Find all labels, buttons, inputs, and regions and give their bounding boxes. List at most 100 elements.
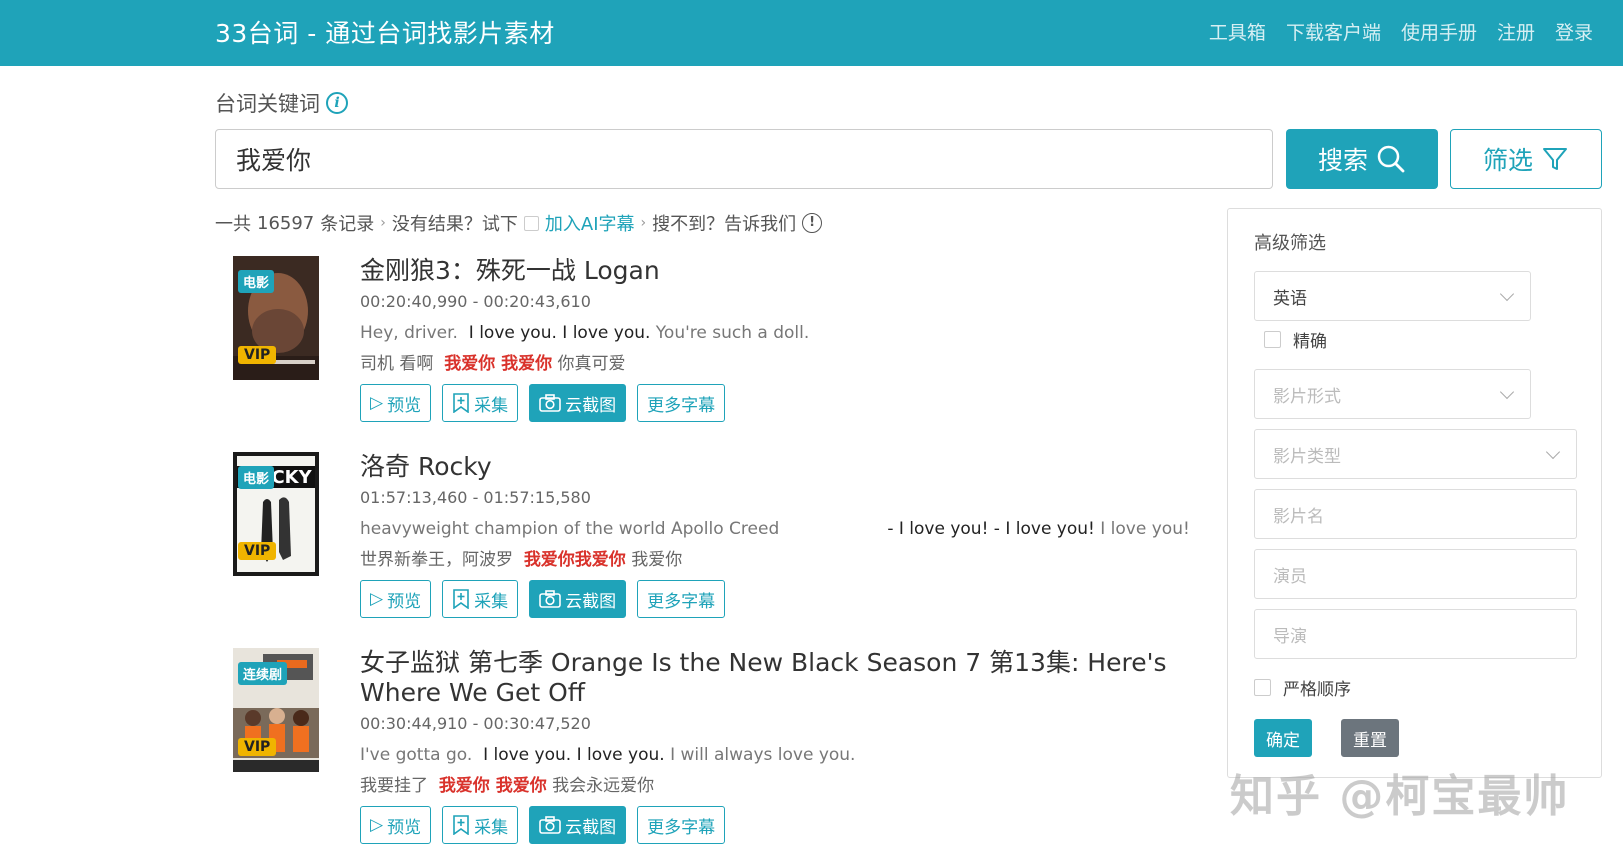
advanced-filter-panel: 高级筛选 英语 精确 影片形式 影片类型 影片名 演员 导演 严格顺序 确定 重… xyxy=(1227,208,1602,778)
language-select[interactable]: 英语 xyxy=(1254,271,1531,321)
result-body: 女子监狱 第七季 Orange Is the New Black Season … xyxy=(360,648,1200,844)
subtitle-match: I love you. I love you. xyxy=(468,323,651,343)
screenshot-label: 云截图 xyxy=(565,395,617,416)
stats-count: 16597 xyxy=(257,212,315,234)
subtitle-text: 世界新拳王，阿波罗 xyxy=(360,550,524,570)
vip-badge: VIP xyxy=(238,738,277,756)
result-timestamp: 01:57:13,460 - 01:57:15,580 xyxy=(360,488,591,507)
more-subtitles-button[interactable]: 更多字幕 xyxy=(637,580,726,618)
actor-input[interactable]: 演员 xyxy=(1254,549,1577,599)
collect-button[interactable]: 采集 xyxy=(442,580,519,618)
director-input[interactable]: 导演 xyxy=(1254,609,1577,659)
poster-thumbnail[interactable]: 连续剧 VIP xyxy=(233,648,319,772)
screenshot-button[interactable]: 云截图 xyxy=(529,384,627,422)
collect-label: 采集 xyxy=(474,591,509,612)
result-title[interactable]: 洛奇 Rocky xyxy=(360,452,1200,482)
bookmark-plus-icon xyxy=(453,815,469,835)
preview-button[interactable]: ▷ 预览 xyxy=(360,806,432,844)
alert-circle-icon[interactable]: ! xyxy=(802,213,823,233)
result-item: ROCKY 电影 VIP 洛奇 Rocky 01:57:13,460 - 01:… xyxy=(215,452,1195,632)
result-item: 连续剧 VIP 女子监狱 第七季 Orange Is the New Black… xyxy=(215,648,1195,856)
reset-button[interactable]: 重置 xyxy=(1341,719,1399,757)
subtitle-text: I love you! xyxy=(1094,519,1190,539)
more-subtitles-label: 更多字幕 xyxy=(647,817,716,838)
nav-login[interactable]: 登录 xyxy=(1555,18,1593,45)
screenshot-button[interactable]: 云截图 xyxy=(529,580,627,618)
camera-icon xyxy=(539,394,561,412)
stats-total-suffix: 条记录 xyxy=(320,214,375,235)
more-subtitles-button[interactable]: 更多字幕 xyxy=(637,384,726,422)
poster-thumbnail[interactable]: ROCKY 电影 VIP xyxy=(233,452,319,576)
chevron-down-icon xyxy=(1499,286,1515,301)
subtitle-text: 我要挂了 xyxy=(360,776,439,796)
camera-icon xyxy=(539,816,561,834)
search-button-label: 搜索 xyxy=(1317,146,1368,175)
subtitle-text: I've gotta go. xyxy=(360,745,484,765)
play-icon: ▷ xyxy=(370,393,384,413)
vip-badge: VIP xyxy=(238,346,277,364)
subtitle-text: I will always love you. xyxy=(664,745,856,765)
chinese-subtitle: 司机 看啊 我爱你 我爱你 你真可爱 xyxy=(360,349,1200,374)
subtitle-text: 你真可爱 xyxy=(552,354,626,374)
poster-thumbnail[interactable]: 电影 VIP xyxy=(233,256,319,380)
result-timestamp: 00:30:44,910 - 00:30:47,520 xyxy=(360,714,591,733)
strict-order-checkbox[interactable] xyxy=(1254,679,1271,696)
exact-match-label: 精确 xyxy=(1293,332,1327,352)
filter-button[interactable]: 筛选 xyxy=(1450,129,1602,189)
watermark: 知乎 @柯宝最帅 xyxy=(1230,771,1570,822)
screenshot-button[interactable]: 云截图 xyxy=(529,806,627,844)
result-actions: ▷ 预览 采集 云截图 更多字幕 xyxy=(360,580,1200,618)
more-subtitles-label: 更多字幕 xyxy=(647,591,716,612)
strict-order-option[interactable]: 严格顺序 xyxy=(1254,675,1351,700)
language-value: 英语 xyxy=(1273,288,1307,309)
english-subtitle: heavyweight champion of the world Apollo… xyxy=(360,519,1200,539)
chevron-right-icon: › xyxy=(640,215,647,231)
nav-register[interactable]: 注册 xyxy=(1497,18,1535,45)
collect-button[interactable]: 采集 xyxy=(442,384,519,422)
funnel-icon xyxy=(1543,148,1567,170)
preview-button[interactable]: ▷ 预览 xyxy=(360,580,432,618)
collect-button[interactable]: 采集 xyxy=(442,806,519,844)
preview-button[interactable]: ▷ 预览 xyxy=(360,384,432,422)
subtitle-match: 我爱你我爱你 xyxy=(523,550,626,570)
result-stats: 一共 16597 条记录 › 没有结果？试下 加入AI字幕 › 搜不到？告诉我们… xyxy=(215,210,823,236)
subtitle-text: 司机 看啊 xyxy=(360,354,445,374)
result-timestamp: 00:20:40,990 - 00:20:43,610 xyxy=(360,292,591,311)
preview-label: 预览 xyxy=(387,591,422,612)
genre-select[interactable]: 影片类型 xyxy=(1254,429,1577,479)
search-icon xyxy=(1377,145,1405,173)
confirm-button[interactable]: 确定 xyxy=(1254,719,1312,757)
result-title[interactable]: 女子监狱 第七季 Orange Is the New Black Season … xyxy=(360,648,1200,708)
site-brand[interactable]: 33台词 - 通过台词找影片素材 xyxy=(215,14,555,50)
movie-name-input[interactable]: 影片名 xyxy=(1254,489,1577,539)
info-icon[interactable]: i xyxy=(326,92,348,114)
chinese-subtitle: 世界新拳王，阿波罗 我爱你我爱你 我爱你 xyxy=(360,545,1200,570)
ai-subtitle-checkbox[interactable] xyxy=(523,215,539,231)
chevron-down-icon xyxy=(1545,444,1561,459)
vip-badge: VIP xyxy=(238,542,277,560)
preview-label: 预览 xyxy=(387,395,422,416)
nav-toolbox[interactable]: 工具箱 xyxy=(1209,18,1266,45)
filter-button-label: 筛选 xyxy=(1482,146,1533,175)
exact-match-option[interactable]: 精确 xyxy=(1264,327,1327,352)
result-actions: ▷ 预览 采集 云截图 更多字幕 xyxy=(360,384,1200,422)
movie-name-placeholder: 影片名 xyxy=(1273,506,1324,527)
play-icon: ▷ xyxy=(370,589,384,609)
nav-manual[interactable]: 使用手册 xyxy=(1401,18,1477,45)
result-actions: ▷ 预览 采集 云截图 更多字幕 xyxy=(360,806,1200,844)
exact-match-checkbox[interactable] xyxy=(1264,331,1281,348)
more-subtitles-button[interactable]: 更多字幕 xyxy=(637,806,726,844)
screenshot-label: 云截图 xyxy=(565,591,617,612)
collect-label: 采集 xyxy=(474,395,509,416)
preview-label: 预览 xyxy=(387,817,422,838)
collect-label: 采集 xyxy=(474,817,509,838)
keyword-label: 台词关键词 xyxy=(215,92,320,116)
format-select[interactable]: 影片形式 xyxy=(1254,369,1531,419)
search-button[interactable]: 搜索 xyxy=(1286,129,1438,189)
nav-download-client[interactable]: 下载客户端 xyxy=(1286,18,1381,45)
ai-subtitle-link[interactable]: 加入AI字幕 xyxy=(545,210,635,236)
subtitle-match: 我爱你 我爱你 xyxy=(438,776,547,796)
stats-not-found[interactable]: 搜不到？告诉我们 xyxy=(652,210,796,236)
result-title[interactable]: 金刚狼3：殊死一战 Logan xyxy=(360,256,1200,286)
search-input[interactable] xyxy=(215,129,1273,189)
